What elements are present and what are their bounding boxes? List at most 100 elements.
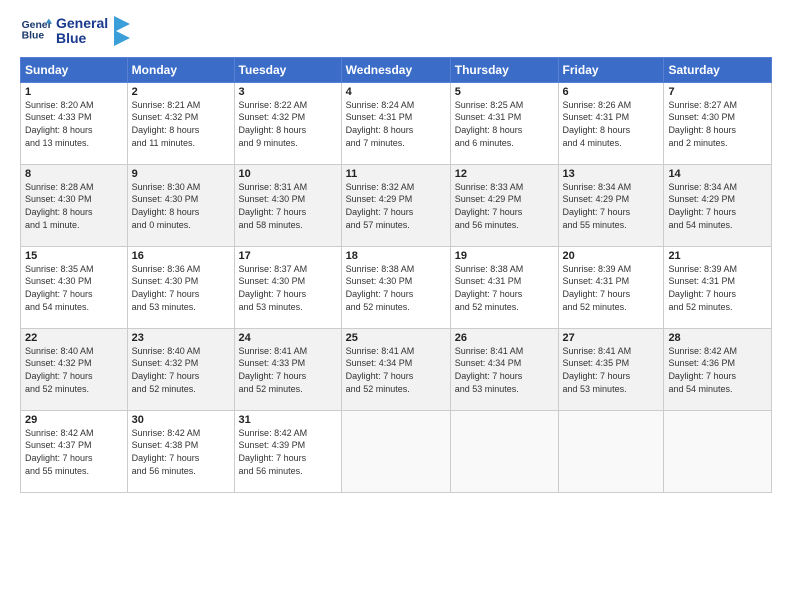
day-number: 9	[132, 168, 230, 180]
day-info: Sunrise: 8:25 AM Sunset: 4:31 PM Dayligh…	[455, 99, 554, 149]
day-number: 8	[25, 168, 123, 180]
day-number: 15	[25, 250, 123, 262]
day-number: 22	[25, 332, 123, 344]
day-number: 26	[455, 332, 554, 344]
day-number: 28	[668, 332, 767, 344]
calendar-cell: 29Sunrise: 8:42 AM Sunset: 4:37 PM Dayli…	[21, 410, 128, 492]
day-number: 20	[563, 250, 660, 262]
day-info: Sunrise: 8:31 AM Sunset: 4:30 PM Dayligh…	[239, 181, 337, 231]
day-number: 10	[239, 168, 337, 180]
logo-general: General	[56, 16, 108, 31]
calendar-cell: 9Sunrise: 8:30 AM Sunset: 4:30 PM Daylig…	[127, 164, 234, 246]
day-number: 1	[25, 86, 123, 98]
day-info: Sunrise: 8:33 AM Sunset: 4:29 PM Dayligh…	[455, 181, 554, 231]
day-number: 23	[132, 332, 230, 344]
page: General Blue General Blue SundayMondayTu…	[0, 0, 792, 612]
day-info: Sunrise: 8:40 AM Sunset: 4:32 PM Dayligh…	[25, 345, 123, 395]
calendar-cell	[664, 410, 772, 492]
day-info: Sunrise: 8:41 AM Sunset: 4:34 PM Dayligh…	[455, 345, 554, 395]
day-number: 7	[668, 86, 767, 98]
day-number: 3	[239, 86, 337, 98]
col-header-saturday: Saturday	[664, 57, 772, 82]
day-number: 5	[455, 86, 554, 98]
day-number: 6	[563, 86, 660, 98]
day-number: 12	[455, 168, 554, 180]
day-info: Sunrise: 8:42 AM Sunset: 4:39 PM Dayligh…	[239, 427, 337, 477]
col-header-thursday: Thursday	[450, 57, 558, 82]
calendar-header-row: SundayMondayTuesdayWednesdayThursdayFrid…	[21, 57, 772, 82]
calendar-cell: 19Sunrise: 8:38 AM Sunset: 4:31 PM Dayli…	[450, 246, 558, 328]
calendar-cell: 27Sunrise: 8:41 AM Sunset: 4:35 PM Dayli…	[558, 328, 664, 410]
day-info: Sunrise: 8:27 AM Sunset: 4:30 PM Dayligh…	[668, 99, 767, 149]
day-info: Sunrise: 8:42 AM Sunset: 4:38 PM Dayligh…	[132, 427, 230, 477]
calendar-cell: 2Sunrise: 8:21 AM Sunset: 4:32 PM Daylig…	[127, 82, 234, 164]
calendar-cell: 13Sunrise: 8:34 AM Sunset: 4:29 PM Dayli…	[558, 164, 664, 246]
calendar-cell: 23Sunrise: 8:40 AM Sunset: 4:32 PM Dayli…	[127, 328, 234, 410]
day-number: 31	[239, 414, 337, 426]
day-info: Sunrise: 8:32 AM Sunset: 4:29 PM Dayligh…	[346, 181, 446, 231]
calendar-cell: 4Sunrise: 8:24 AM Sunset: 4:31 PM Daylig…	[341, 82, 450, 164]
day-number: 30	[132, 414, 230, 426]
calendar-cell: 14Sunrise: 8:34 AM Sunset: 4:29 PM Dayli…	[664, 164, 772, 246]
day-number: 25	[346, 332, 446, 344]
calendar-cell: 5Sunrise: 8:25 AM Sunset: 4:31 PM Daylig…	[450, 82, 558, 164]
logo-blue: Blue	[56, 31, 86, 46]
day-number: 24	[239, 332, 337, 344]
col-header-tuesday: Tuesday	[234, 57, 341, 82]
day-info: Sunrise: 8:38 AM Sunset: 4:30 PM Dayligh…	[346, 263, 446, 313]
calendar-week-row: 8Sunrise: 8:28 AM Sunset: 4:30 PM Daylig…	[21, 164, 772, 246]
day-number: 27	[563, 332, 660, 344]
calendar-cell: 3Sunrise: 8:22 AM Sunset: 4:32 PM Daylig…	[234, 82, 341, 164]
calendar-cell: 30Sunrise: 8:42 AM Sunset: 4:38 PM Dayli…	[127, 410, 234, 492]
calendar-cell: 7Sunrise: 8:27 AM Sunset: 4:30 PM Daylig…	[664, 82, 772, 164]
day-info: Sunrise: 8:42 AM Sunset: 4:36 PM Dayligh…	[668, 345, 767, 395]
header: General Blue General Blue	[20, 16, 772, 47]
calendar-cell: 20Sunrise: 8:39 AM Sunset: 4:31 PM Dayli…	[558, 246, 664, 328]
day-number: 19	[455, 250, 554, 262]
logo: General Blue General Blue	[20, 16, 130, 47]
day-info: Sunrise: 8:21 AM Sunset: 4:32 PM Dayligh…	[132, 99, 230, 149]
calendar-cell	[558, 410, 664, 492]
calendar-week-row: 15Sunrise: 8:35 AM Sunset: 4:30 PM Dayli…	[21, 246, 772, 328]
calendar-cell: 1Sunrise: 8:20 AM Sunset: 4:33 PM Daylig…	[21, 82, 128, 164]
calendar-cell: 11Sunrise: 8:32 AM Sunset: 4:29 PM Dayli…	[341, 164, 450, 246]
day-info: Sunrise: 8:41 AM Sunset: 4:33 PM Dayligh…	[239, 345, 337, 395]
calendar-cell	[450, 410, 558, 492]
calendar-cell: 31Sunrise: 8:42 AM Sunset: 4:39 PM Dayli…	[234, 410, 341, 492]
calendar-cell: 12Sunrise: 8:33 AM Sunset: 4:29 PM Dayli…	[450, 164, 558, 246]
calendar-cell: 25Sunrise: 8:41 AM Sunset: 4:34 PM Dayli…	[341, 328, 450, 410]
day-info: Sunrise: 8:37 AM Sunset: 4:30 PM Dayligh…	[239, 263, 337, 313]
day-info: Sunrise: 8:41 AM Sunset: 4:35 PM Dayligh…	[563, 345, 660, 395]
col-header-friday: Friday	[558, 57, 664, 82]
day-info: Sunrise: 8:28 AM Sunset: 4:30 PM Dayligh…	[25, 181, 123, 231]
calendar-cell: 17Sunrise: 8:37 AM Sunset: 4:30 PM Dayli…	[234, 246, 341, 328]
day-number: 2	[132, 86, 230, 98]
day-info: Sunrise: 8:22 AM Sunset: 4:32 PM Dayligh…	[239, 99, 337, 149]
calendar-cell: 18Sunrise: 8:38 AM Sunset: 4:30 PM Dayli…	[341, 246, 450, 328]
day-number: 4	[346, 86, 446, 98]
calendar-cell: 10Sunrise: 8:31 AM Sunset: 4:30 PM Dayli…	[234, 164, 341, 246]
day-number: 17	[239, 250, 337, 262]
day-number: 11	[346, 168, 446, 180]
day-info: Sunrise: 8:34 AM Sunset: 4:29 PM Dayligh…	[668, 181, 767, 231]
calendar-cell: 26Sunrise: 8:41 AM Sunset: 4:34 PM Dayli…	[450, 328, 558, 410]
day-number: 16	[132, 250, 230, 262]
calendar-cell: 22Sunrise: 8:40 AM Sunset: 4:32 PM Dayli…	[21, 328, 128, 410]
day-number: 13	[563, 168, 660, 180]
day-info: Sunrise: 8:40 AM Sunset: 4:32 PM Dayligh…	[132, 345, 230, 395]
calendar-cell: 15Sunrise: 8:35 AM Sunset: 4:30 PM Dayli…	[21, 246, 128, 328]
day-info: Sunrise: 8:38 AM Sunset: 4:31 PM Dayligh…	[455, 263, 554, 313]
calendar-cell: 8Sunrise: 8:28 AM Sunset: 4:30 PM Daylig…	[21, 164, 128, 246]
day-info: Sunrise: 8:34 AM Sunset: 4:29 PM Dayligh…	[563, 181, 660, 231]
calendar-cell: 21Sunrise: 8:39 AM Sunset: 4:31 PM Dayli…	[664, 246, 772, 328]
col-header-sunday: Sunday	[21, 57, 128, 82]
calendar-cell	[341, 410, 450, 492]
day-info: Sunrise: 8:41 AM Sunset: 4:34 PM Dayligh…	[346, 345, 446, 395]
col-header-wednesday: Wednesday	[341, 57, 450, 82]
day-info: Sunrise: 8:39 AM Sunset: 4:31 PM Dayligh…	[563, 263, 660, 313]
calendar-cell: 24Sunrise: 8:41 AM Sunset: 4:33 PM Dayli…	[234, 328, 341, 410]
day-info: Sunrise: 8:24 AM Sunset: 4:31 PM Dayligh…	[346, 99, 446, 149]
day-info: Sunrise: 8:39 AM Sunset: 4:31 PM Dayligh…	[668, 263, 767, 313]
calendar-cell: 6Sunrise: 8:26 AM Sunset: 4:31 PM Daylig…	[558, 82, 664, 164]
day-number: 29	[25, 414, 123, 426]
